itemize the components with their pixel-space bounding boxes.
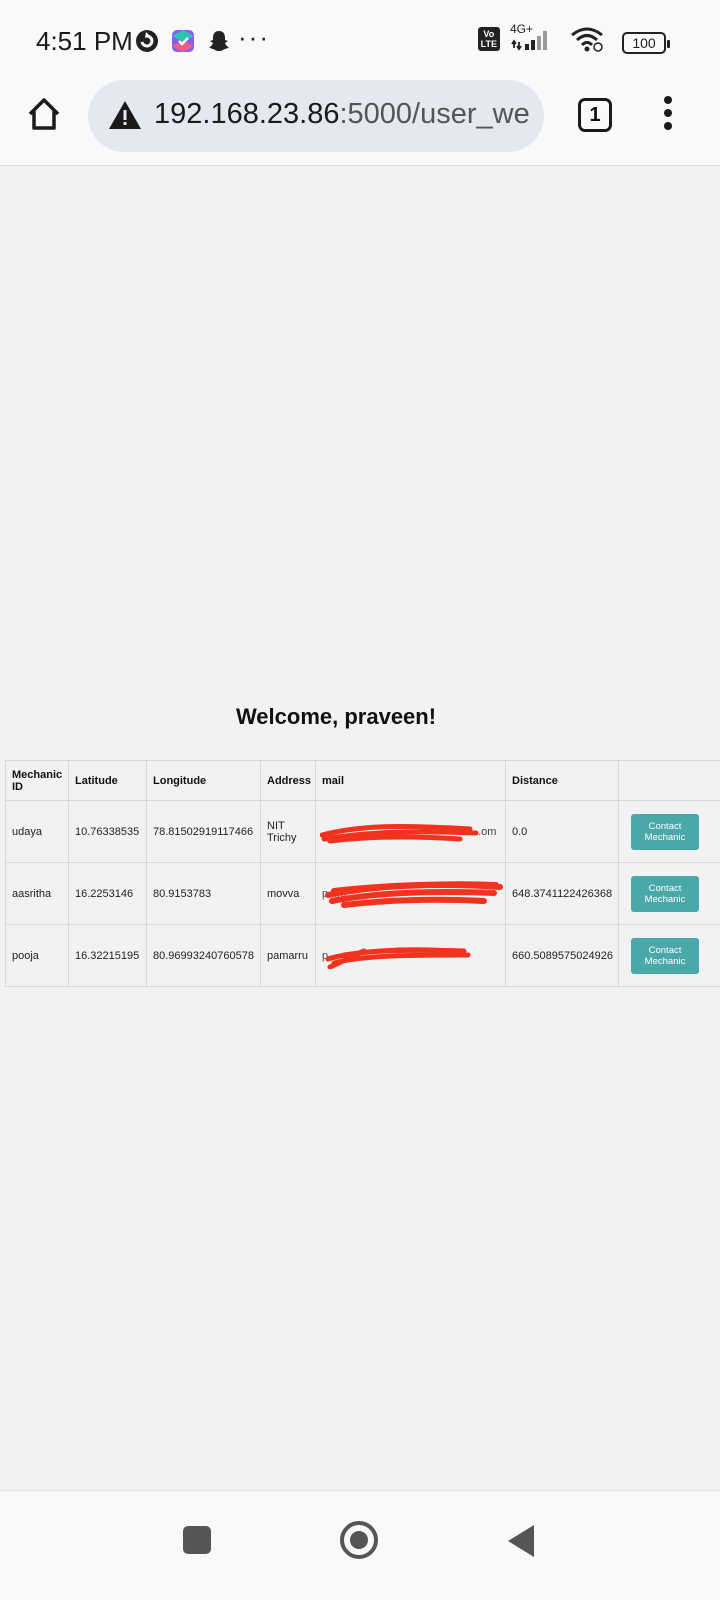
- cell-address: pamarru: [260, 924, 316, 987]
- table-row: pooja 16.32215195 80.96993240760578 pama…: [5, 924, 720, 987]
- cell-latitude: 16.2253146: [68, 862, 147, 925]
- status-time: 4:51 PM: [36, 26, 133, 56]
- wifi-icon: [571, 27, 603, 52]
- cell-distance: 660.5089575024926: [505, 924, 619, 987]
- status-bar: 4:51 PM ··· Vo LTE 4G+ 100: [0, 0, 720, 80]
- cell-longitude: 80.96993240760578: [146, 924, 261, 987]
- url-path: :5000/user_we: [339, 98, 530, 130]
- header-latitude: Latitude: [68, 760, 147, 801]
- header-address: Address: [260, 760, 316, 801]
- mechanics-table-container: Mechanic ID Latitude Longitude Address m…: [5, 760, 720, 987]
- notification-icons: [134, 28, 232, 54]
- mail-text: p...m: [322, 887, 347, 900]
- battery-icon: 100: [622, 32, 670, 54]
- header-mail: mail: [315, 760, 506, 801]
- back-button[interactable]: [508, 1525, 534, 1557]
- colorful-app-icon: [172, 30, 194, 52]
- cell-latitude: 10.76338535: [68, 800, 147, 863]
- cell-latitude: 16.32215195: [68, 924, 147, 987]
- more-menu-icon[interactable]: [658, 96, 678, 136]
- tab-switcher-button[interactable]: 1: [578, 98, 612, 132]
- recents-button[interactable]: [183, 1526, 211, 1554]
- signal-icon: 4G+: [510, 22, 560, 52]
- redaction-scribble: [320, 824, 479, 844]
- cell-action: Contact Mechanic: [618, 924, 720, 987]
- warning-icon[interactable]: [108, 100, 142, 130]
- contact-mechanic-button[interactable]: Contact Mechanic: [631, 937, 699, 974]
- mail-text: ...om: [472, 825, 497, 838]
- cell-longitude: 80.9153783: [146, 862, 261, 925]
- redaction-scribble: [325, 881, 503, 908]
- header-distance: Distance: [505, 760, 619, 801]
- cell-address: movva: [260, 862, 316, 925]
- cell-address: NIT Trichy: [260, 800, 316, 863]
- cell-mail: p...: [315, 924, 506, 987]
- system-nav-bar: [0, 1490, 720, 1600]
- browser-toolbar: 192.168.23.86:5000/user_we 1: [0, 80, 720, 166]
- home-button[interactable]: [340, 1521, 378, 1559]
- cell-mail: p...m: [315, 862, 506, 925]
- cell-distance: 0.0: [505, 800, 619, 863]
- header-longitude: Longitude: [146, 760, 261, 801]
- header-mechanic-id: Mechanic ID: [5, 760, 69, 801]
- table-header-row: Mechanic ID Latitude Longitude Address m…: [5, 760, 720, 801]
- header-action: [618, 760, 720, 801]
- mail-text: p...: [322, 949, 338, 962]
- contact-mechanic-button[interactable]: Contact Mechanic: [631, 875, 699, 912]
- redaction-scribble: [325, 947, 471, 969]
- sync-app-icon: [136, 30, 158, 52]
- url-text[interactable]: 192.168.23.86:5000/user_we: [154, 98, 530, 131]
- cell-mail: ...om: [315, 800, 506, 863]
- cell-longitude: 78.81502919117466: [146, 800, 261, 863]
- volte-badge: Vo LTE: [477, 27, 500, 51]
- table-row: aasritha 16.2253146 80.9153783 movva p..…: [5, 862, 720, 925]
- status-right-icons: Vo LTE 4G+: [477, 22, 604, 52]
- more-notifications-icon: ···: [238, 22, 270, 52]
- snapchat-icon: [209, 31, 229, 51]
- table-row: udaya 10.76338535 78.81502919117466 NIT …: [5, 800, 720, 863]
- url-host: 192.168.23.86: [154, 98, 340, 130]
- cell-action: Contact Mechanic: [618, 862, 720, 925]
- welcome-heading: Welcome, praveen!: [235, 704, 437, 729]
- cell-distance: 648.3741122426368: [505, 862, 619, 925]
- mechanics-table: Mechanic ID Latitude Longitude Address m…: [5, 760, 720, 987]
- cell-action: Contact Mechanic: [618, 800, 720, 863]
- contact-mechanic-button[interactable]: Contact Mechanic: [631, 813, 699, 850]
- cell-mechanic-id: udaya: [5, 800, 69, 863]
- cell-mechanic-id: pooja: [5, 924, 69, 987]
- address-bar[interactable]: 192.168.23.86:5000/user_we: [88, 80, 544, 152]
- home-icon[interactable]: [24, 94, 64, 134]
- cell-mechanic-id: aasritha: [5, 862, 69, 925]
